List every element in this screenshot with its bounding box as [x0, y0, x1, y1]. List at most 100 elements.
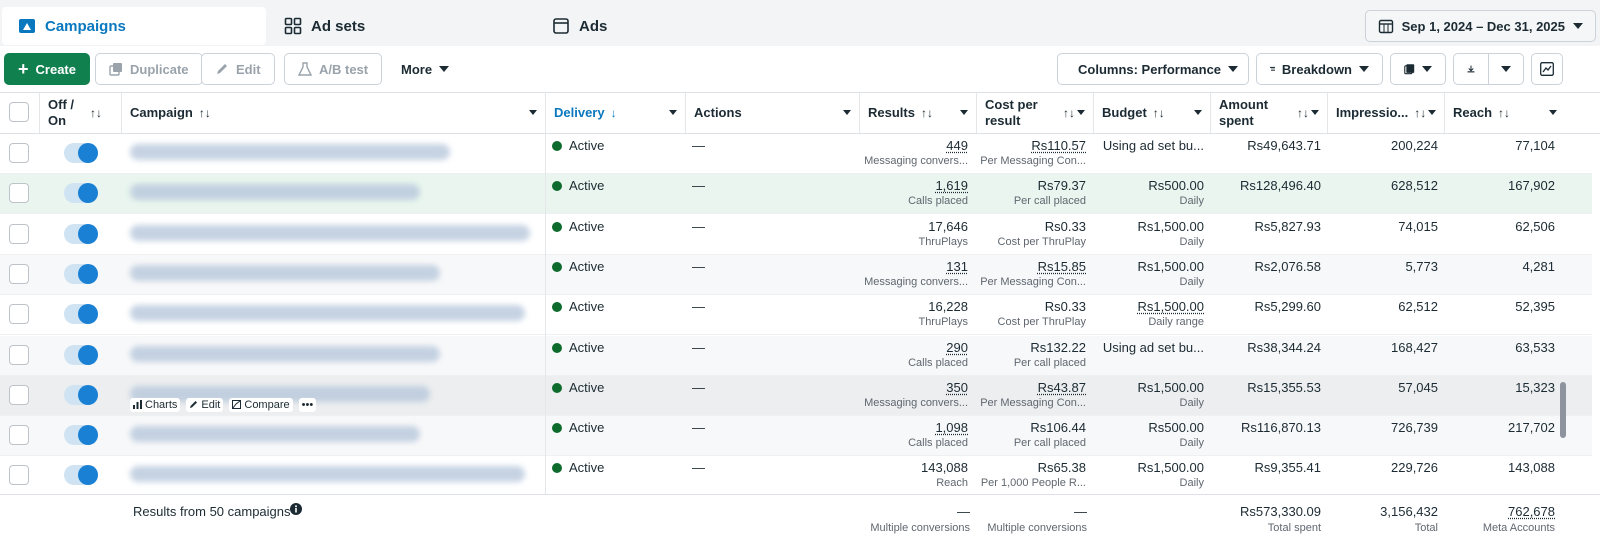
table-row[interactable]: Active — 350 Messaging convers... Rs43.8… — [0, 375, 1592, 416]
cost-per-result-value[interactable]: Rs110.57 — [977, 138, 1086, 154]
campaign-name-redacted[interactable] — [130, 144, 450, 160]
chevron-down-icon[interactable] — [529, 110, 537, 115]
export-dropdown-button[interactable] — [1488, 53, 1524, 85]
charts-action[interactable]: Charts — [130, 397, 181, 412]
chevron-down-icon[interactable] — [1194, 110, 1202, 115]
campaign-name-redacted[interactable] — [130, 305, 525, 322]
date-range-picker[interactable]: Sep 1, 2024 – Dec 31, 2025 — [1364, 10, 1596, 42]
header-delivery[interactable]: Delivery ↓ — [546, 93, 686, 133]
row-checkbox[interactable] — [9, 223, 29, 244]
chevron-down-icon[interactable] — [1077, 110, 1085, 115]
header-reach[interactable]: Reach ↑↓ — [1445, 93, 1565, 133]
row-checkbox[interactable] — [9, 183, 29, 204]
compare-action[interactable]: Compare — [229, 397, 293, 412]
tab-campaigns[interactable]: Campaigns — [2, 7, 266, 45]
row-checkbox[interactable] — [9, 143, 29, 163]
row-checkbox[interactable] — [9, 344, 29, 365]
more-button[interactable]: More — [387, 53, 464, 85]
columns-label: Columns: Performance — [1078, 61, 1222, 77]
cost-per-result-value[interactable]: Rs43.87 — [977, 380, 1086, 396]
results-value[interactable]: 131 — [860, 259, 968, 275]
header-budget[interactable]: Budget ↑↓ — [1094, 93, 1211, 133]
campaign-name-redacted[interactable] — [130, 426, 420, 443]
campaign-toggle[interactable] — [64, 263, 98, 284]
create-button[interactable]: + Create — [4, 53, 90, 85]
more-options-icon[interactable]: ••• — [298, 397, 317, 412]
chevron-down-icon[interactable] — [1311, 110, 1319, 115]
table-row[interactable]: Active — 131 Messaging convers... Rs15.8… — [0, 254, 1592, 295]
results-value[interactable]: 1,619 — [860, 178, 968, 194]
table-row[interactable]: Active — 16,228 ThruPlays Rs0.33 Cost pe… — [0, 295, 1592, 336]
header-amount-spent[interactable]: Amount spent ↑↓ — [1211, 93, 1328, 133]
campaign-name-redacted[interactable] — [130, 184, 420, 201]
header-actions[interactable]: Actions — [686, 93, 860, 133]
header-campaign[interactable]: Campaign ↑↓ — [122, 93, 546, 133]
breakdown-button[interactable]: Breakdown — [1256, 53, 1383, 85]
campaign-toggle[interactable] — [64, 465, 98, 486]
row-checkbox[interactable] — [9, 384, 29, 405]
campaign-toggle[interactable] — [64, 344, 98, 365]
campaign-name-redacted[interactable] — [130, 466, 525, 483]
chevron-down-icon[interactable] — [1428, 110, 1436, 115]
edit-label: Edit — [236, 61, 261, 77]
chevron-down-icon[interactable] — [960, 110, 968, 115]
chevron-down-icon[interactable] — [669, 110, 677, 115]
campaign-name-redacted[interactable] — [130, 264, 440, 281]
results-value[interactable]: 350 — [860, 380, 968, 396]
results-type: ThruPlays — [918, 316, 968, 329]
row-checkbox[interactable] — [9, 304, 29, 325]
campaign-name-redacted[interactable] — [130, 345, 440, 362]
budget-value[interactable]: Rs1,500.00 — [1094, 299, 1205, 315]
edit-button[interactable]: Edit — [201, 53, 275, 85]
campaign-toggle[interactable] — [64, 384, 98, 405]
ab-test-button[interactable]: A/B test — [284, 53, 383, 85]
tab-ads[interactable]: Ads — [536, 7, 802, 45]
results-value[interactable]: 449 — [860, 138, 968, 154]
header-actions-label: Actions — [694, 105, 742, 120]
impressions-value: 62,512 — [1398, 299, 1438, 315]
cost-per-result-value[interactable]: Rs15.85 — [977, 259, 1086, 275]
campaign-toggle[interactable] — [64, 143, 98, 163]
cost-per-result-value: Rs0.33 — [1044, 218, 1086, 234]
results-value[interactable]: 290 — [860, 340, 968, 356]
info-icon[interactable] — [290, 503, 302, 519]
cost-per-result-type: Per call placed — [1013, 195, 1086, 208]
table-row[interactable]: Active — 1,098 Calls placed Rs106.44 Per… — [0, 416, 1592, 457]
header-impressions[interactable]: Impressio... ↑↓ — [1328, 93, 1445, 133]
columns-button[interactable]: Columns: Performance — [1057, 53, 1249, 85]
campaign-toggle[interactable] — [64, 223, 98, 244]
campaign-name-redacted[interactable] — [130, 224, 530, 241]
table-row[interactable]: Active — 17,646 ThruPlays Rs0.33 Cost pe… — [0, 215, 1592, 255]
select-all-checkbox[interactable] — [9, 102, 29, 122]
active-status-dot — [552, 261, 562, 272]
campaign-toggle[interactable] — [64, 183, 98, 204]
charts-toggle-button[interactable] — [1531, 53, 1563, 85]
table-row[interactable]: Active — 290 Calls placed Rs132.22 Per c… — [0, 335, 1592, 376]
table-row[interactable]: Active — 449 Messaging convers... Rs110.… — [0, 134, 1592, 174]
actions-value: — — [692, 258, 705, 274]
chevron-down-icon[interactable] — [843, 110, 851, 115]
edit-action[interactable]: Edit — [186, 397, 224, 412]
table-row[interactable]: Active — 1,619 Calls placed Rs79.37 Per … — [0, 174, 1592, 215]
actions-value: — — [692, 138, 705, 153]
chevron-down-icon[interactable] — [1549, 110, 1557, 115]
reports-button[interactable] — [1390, 53, 1446, 85]
header-results[interactable]: Results ↑↓ — [860, 93, 977, 133]
footer-reach[interactable]: 762,678 — [1445, 504, 1555, 520]
delivery-status-label: Active — [569, 138, 605, 153]
pencil-icon — [217, 64, 227, 74]
campaign-toggle[interactable] — [64, 425, 98, 446]
header-cost-per-result[interactable]: Cost per result ↑↓ — [977, 93, 1094, 133]
header-off-on[interactable]: Off / On ↑↓ — [40, 93, 122, 133]
row-checkbox[interactable] — [9, 263, 29, 284]
campaign-toggle[interactable] — [64, 304, 98, 325]
table-row[interactable]: Active — 143,088 Reach Rs65.38 Per 1,000… — [0, 456, 1592, 497]
duplicate-button[interactable]: Duplicate — [95, 53, 203, 85]
actions-value: — — [692, 460, 705, 476]
vertical-scrollbar[interactable] — [1560, 382, 1566, 438]
row-checkbox[interactable] — [9, 465, 29, 486]
row-checkbox[interactable] — [9, 425, 29, 446]
export-button[interactable] — [1453, 53, 1489, 85]
results-value[interactable]: 1,098 — [860, 420, 968, 436]
tab-ad-sets[interactable]: Ad sets — [268, 7, 534, 45]
